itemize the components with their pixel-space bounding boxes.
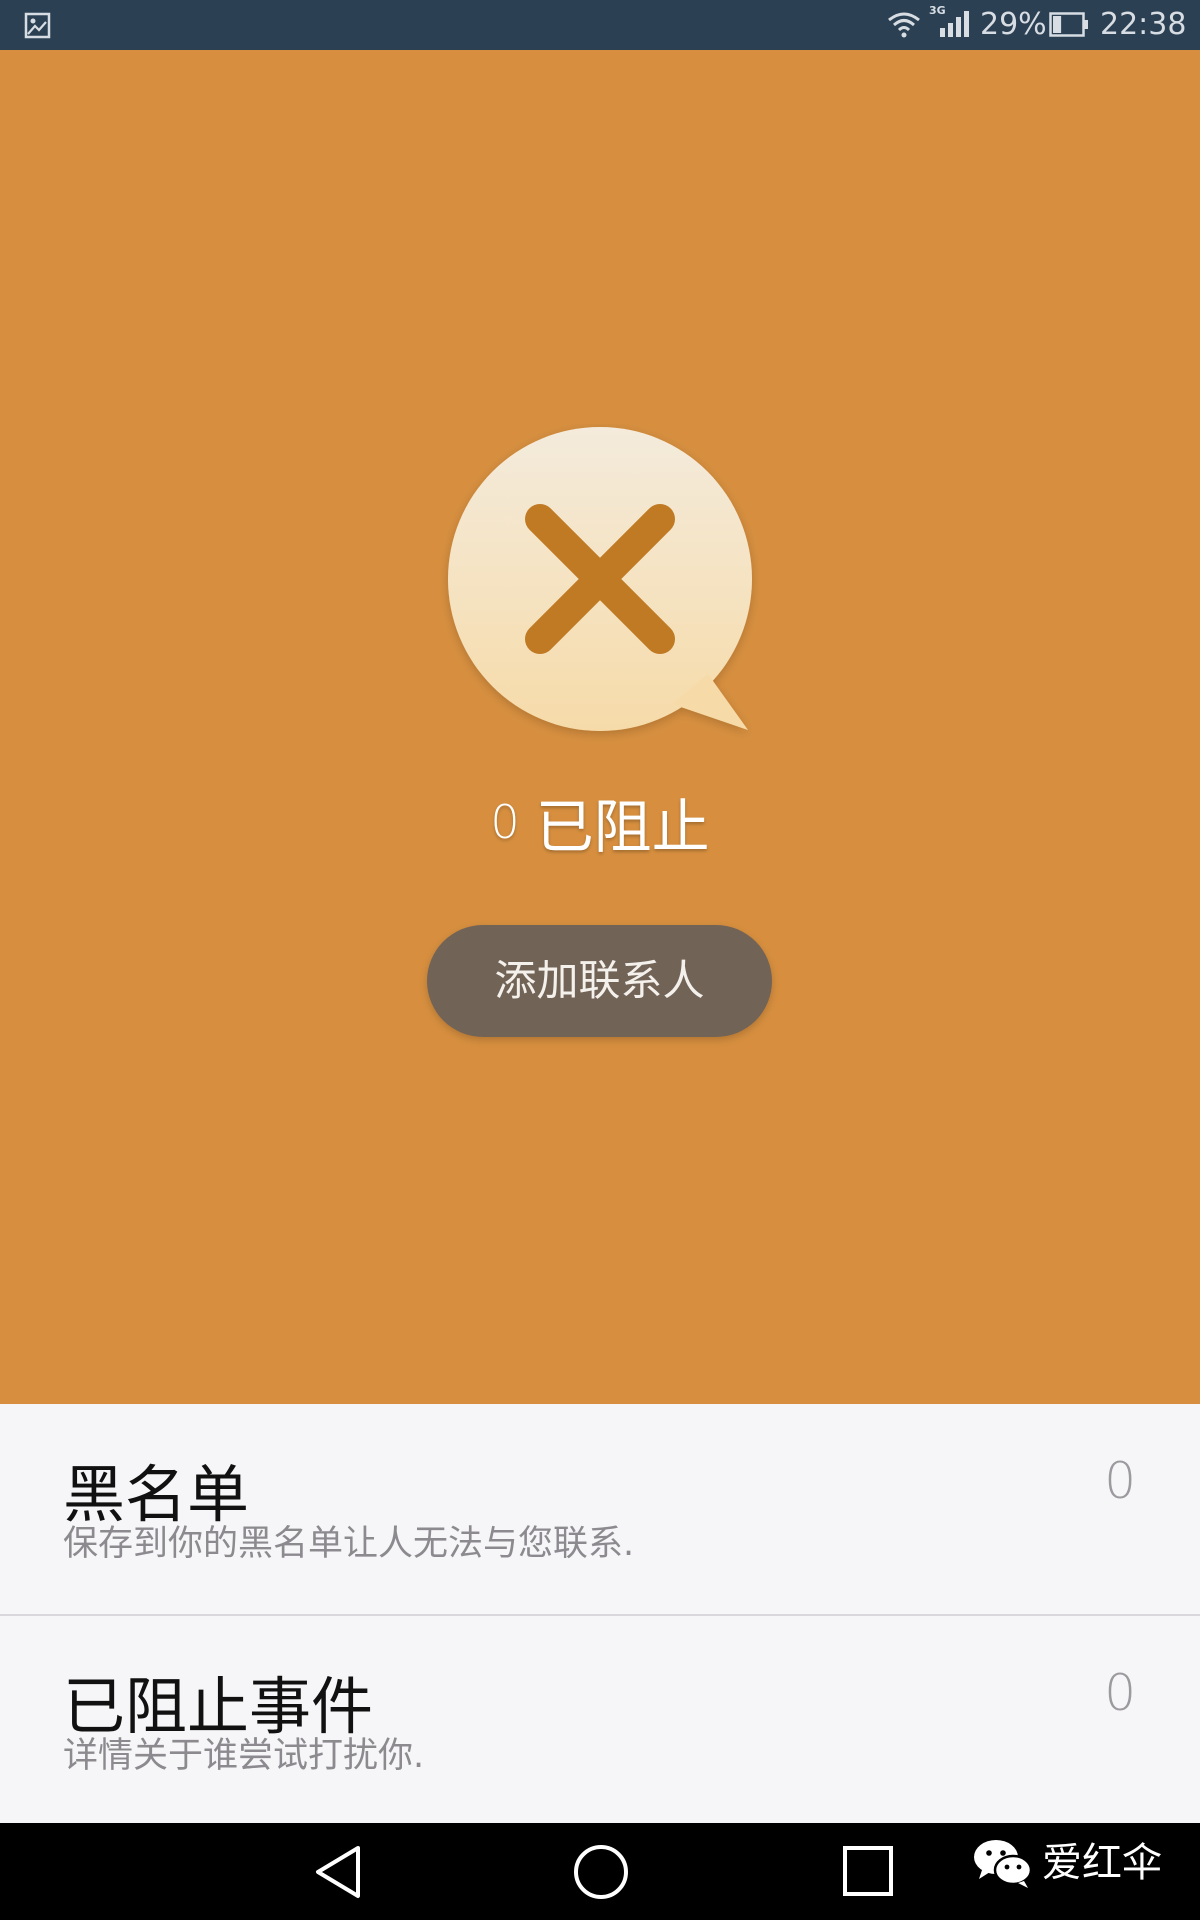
navigation-bar: 爱红伞: [0, 1823, 1200, 1920]
battery-percent: 29%: [980, 7, 1047, 42]
status-bar: 3G 29% 22:38: [0, 0, 1200, 50]
list-item-subtitle: 详情关于谁尝试打扰你.: [63, 1736, 425, 1776]
watermark-text: 爱红伞: [1042, 1840, 1162, 1886]
back-icon[interactable]: [312, 1844, 364, 1900]
gallery-notification-icon: [24, 12, 51, 39]
list-item-title: 黑名单: [63, 1458, 250, 1531]
list-item-count: 0: [1104, 1452, 1136, 1510]
list-item-blacklist[interactable]: 黑名单 保存到你的黑名单让人无法与您联系. 0: [0, 1404, 1200, 1614]
x-speech-bubble-icon: [448, 427, 752, 731]
list-item-subtitle: 保存到你的黑名单让人无法与您联系.: [63, 1524, 635, 1564]
blocked-summary-panel: 0 已阻止 添加联系人: [0, 50, 1200, 1404]
blocked-count: 0: [490, 795, 520, 849]
wifi-icon: [888, 12, 920, 38]
clock: 22:38: [1100, 7, 1187, 42]
list-item-count: 0: [1104, 1664, 1136, 1722]
list-item-blocked-events[interactable]: 已阻止事件 详情关于谁尝试打扰你. 0: [0, 1614, 1200, 1826]
list-item-title: 已阻止事件: [63, 1670, 374, 1743]
block-list: 黑名单 保存到你的黑名单让人无法与您联系. 0 已阻止事件 详情关于谁尝试打扰你…: [0, 1404, 1200, 1826]
blocked-summary: 0 已阻止: [0, 780, 1200, 864]
blocked-label: 已阻止: [535, 793, 710, 861]
home-icon[interactable]: [572, 1843, 630, 1901]
battery-icon: [1049, 12, 1088, 37]
wechat-icon: [974, 1840, 1033, 1888]
signal-strength-icon: [940, 11, 969, 37]
add-contact-button[interactable]: 添加联系人: [427, 925, 772, 1037]
recent-apps-icon[interactable]: [842, 1845, 894, 1897]
